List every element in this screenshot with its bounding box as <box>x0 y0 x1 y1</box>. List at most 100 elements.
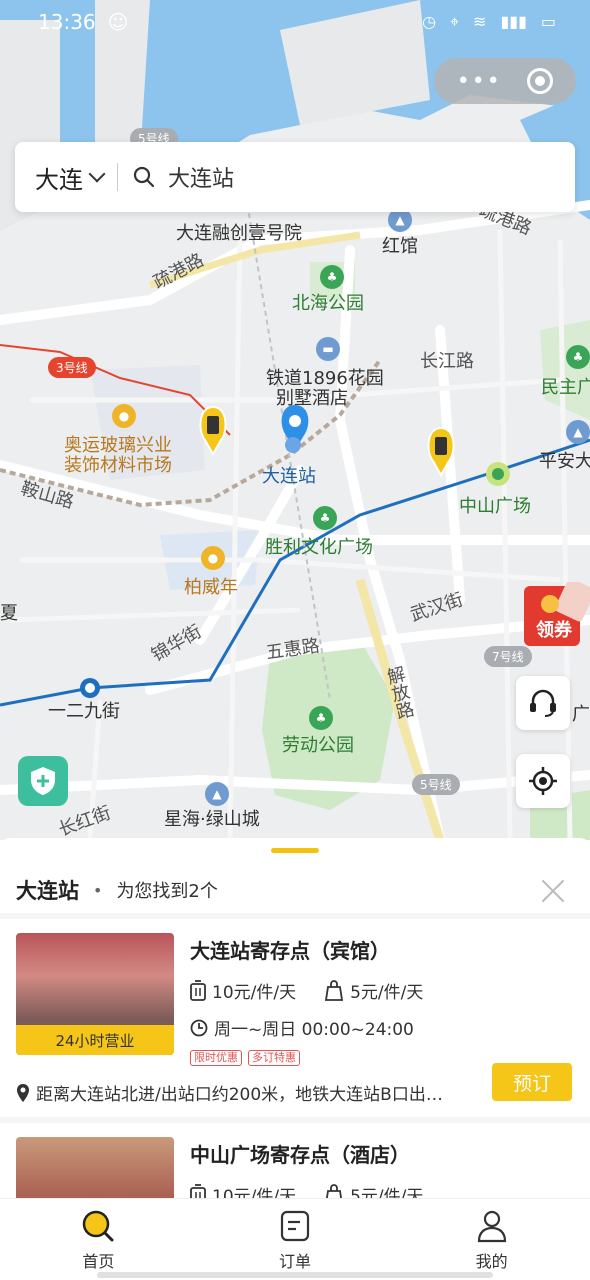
city-selector[interactable]: 大连 <box>15 160 117 195</box>
customer-service-button[interactable] <box>516 676 570 730</box>
tab-label: 首页 <box>82 1251 115 1271</box>
order-icon <box>280 1210 310 1241</box>
coupon-button[interactable]: 领券 <box>520 578 590 648</box>
bag-icon <box>325 979 344 1001</box>
hours-badge: 24小时营业 <box>16 1025 174 1055</box>
hotel-icon: ▬ <box>316 337 340 361</box>
metro-line-badge: 3号线 <box>48 357 96 378</box>
battery-icon: ▭ <box>540 12 556 31</box>
close-miniprogram-icon[interactable] <box>527 68 554 94</box>
search-icon <box>133 166 155 188</box>
map-view[interactable]: ▲ ♣ ▬ ● ♣ ● ♣ ▲ ♣ ▲ 大连融创壹号院 红馆 疏港路 疏港路 北… <box>0 0 590 840</box>
status-time: 13:36 <box>38 10 96 34</box>
close-icon[interactable] <box>540 877 566 903</box>
map-label: 一二九街 <box>48 701 120 722</box>
suitcase-icon <box>190 1183 206 1198</box>
park-icon: ♣ <box>313 506 337 530</box>
tab-orders[interactable]: 订单 <box>197 1199 394 1280</box>
more-icon[interactable]: ••• <box>457 69 502 94</box>
wifi-icon: ≋ <box>473 12 487 31</box>
park-icon: ♣ <box>320 265 344 289</box>
map-label: 平安大 <box>539 451 590 472</box>
hours-text: 周一~周日 00:00~24:00 <box>214 1020 414 1040</box>
map-label: 大连融创壹号院 <box>176 223 302 244</box>
promo-tag: 多订特惠 <box>248 1050 300 1066</box>
sheet-header: 大连站 • 为您找到2个 <box>0 853 590 913</box>
sheet-title: 大连站 <box>16 879 79 903</box>
map-label: 劳动公园 <box>282 735 354 756</box>
results-sheet[interactable]: 大连站 • 为您找到2个 24小时营业 大连站寄存点（宾馆） 10元/件/天 5 <box>0 838 590 1198</box>
location-icon: ⌖ <box>450 12 460 31</box>
bag-price-text: 5元/件/天 <box>350 983 424 1003</box>
luggage-price-text: 10元/件/天 <box>212 1187 297 1198</box>
insurance-button[interactable] <box>18 756 68 806</box>
map-label: 别墅酒店 <box>276 388 348 409</box>
list-item[interactable]: 24小时营业 大连站寄存点（宾馆） 10元/件/天 5元/件/天 周一~周日 0… <box>0 919 590 1123</box>
search-bar[interactable]: 大连 大连站 <box>15 142 575 212</box>
metro-line-badge: 5号线 <box>412 774 460 795</box>
chevron-down-icon <box>88 165 106 183</box>
bag-price-text: 5元/件/天 <box>350 1187 424 1198</box>
luggage-price: 10元/件/天 <box>190 1182 296 1198</box>
luggage-price-text: 10元/件/天 <box>212 983 297 1003</box>
building-icon: ▲ <box>205 782 229 806</box>
book-button[interactable]: 预订 <box>492 1063 572 1101</box>
opening-hours: 周一~周日 00:00~24:00 <box>190 1015 574 1040</box>
tab-label: 订单 <box>279 1251 312 1271</box>
suitcase-icon <box>190 979 206 1001</box>
tab-mine[interactable]: 我的 <box>393 1199 590 1280</box>
map-label: 北海公园 <box>292 293 364 314</box>
headset-icon <box>530 689 556 717</box>
store-name: 大连站寄存点（宾馆） <box>190 939 390 963</box>
results-count: 为您找到2个 <box>116 881 218 902</box>
map-label: 民主广 <box>541 377 590 398</box>
user-icon <box>477 1210 506 1242</box>
search-query: 大连站 <box>168 167 235 192</box>
map-label: 柏威年 <box>184 577 238 598</box>
store-name: 中山广场寄存点（酒店） <box>190 1143 410 1167</box>
store-photo: 24小时营业 <box>16 933 174 1055</box>
map-label: 胜利文化广场 <box>265 537 373 558</box>
search-input[interactable]: 大连站 <box>118 161 575 193</box>
bag-price: 5元/件/天 <box>324 978 423 1003</box>
shield-icon <box>31 767 55 795</box>
shop-icon: ● <box>112 404 136 428</box>
signal-icon: ▮▮▮ <box>500 12 527 31</box>
alarm-icon: ◷ <box>422 12 437 31</box>
bag-icon <box>326 1183 343 1198</box>
tab-bar: 首页 订单 我的 <box>0 1198 590 1280</box>
notification-icon: ☺ <box>107 10 129 34</box>
home-indicator <box>97 1272 493 1278</box>
building-icon: ▲ <box>566 420 590 444</box>
miniprogram-capsule[interactable]: ••• <box>434 58 576 104</box>
luggage-price: 10元/件/天 <box>190 978 296 1003</box>
address-row: 距离大连站北进/出站口约200米，地铁大连站B口出… <box>16 1080 574 1105</box>
locate-button[interactable] <box>516 754 570 808</box>
bag-price: 5元/件/天 <box>324 1182 423 1198</box>
search-icon <box>83 1210 114 1241</box>
city-label: 大连 <box>35 165 83 194</box>
address-text: 距离大连站北进/出站口约200米，地铁大连站B口出… <box>36 1085 443 1105</box>
map-label: 红馆 <box>382 236 418 257</box>
road-label: 长江路 <box>420 351 474 372</box>
map-label: 广 <box>572 704 590 725</box>
map-label: 中山广场 <box>459 496 531 517</box>
coupon-label: 领券 <box>536 620 572 641</box>
shop-icon: ● <box>201 546 225 570</box>
map-label: 奥运玻璃兴业 <box>64 435 172 456</box>
map-label: 夏 <box>0 603 18 624</box>
map-label: 星海·绿山城 <box>164 809 260 830</box>
tab-label: 我的 <box>475 1251 508 1271</box>
park-icon: ♣ <box>309 706 333 730</box>
map-label: 装饰材料市场 <box>64 455 172 476</box>
clock-icon <box>190 1019 208 1036</box>
map-label: 铁道1896花园 <box>266 368 384 389</box>
location-pin-icon <box>17 1083 29 1102</box>
status-bar: 13:36 ☺ ◷ ⌖ ≋ ▮▮▮ ▭ <box>0 0 590 44</box>
tab-home[interactable]: 首页 <box>0 1199 197 1280</box>
park-icon: ♣ <box>566 345 590 369</box>
store-photo <box>16 1137 174 1198</box>
list-item[interactable]: 中山广场寄存点（酒店） 10元/件/天 5元/件/天 <box>0 1123 590 1198</box>
promo-tag: 限时优惠 <box>190 1050 242 1066</box>
map-label: 大连站 <box>262 466 316 487</box>
